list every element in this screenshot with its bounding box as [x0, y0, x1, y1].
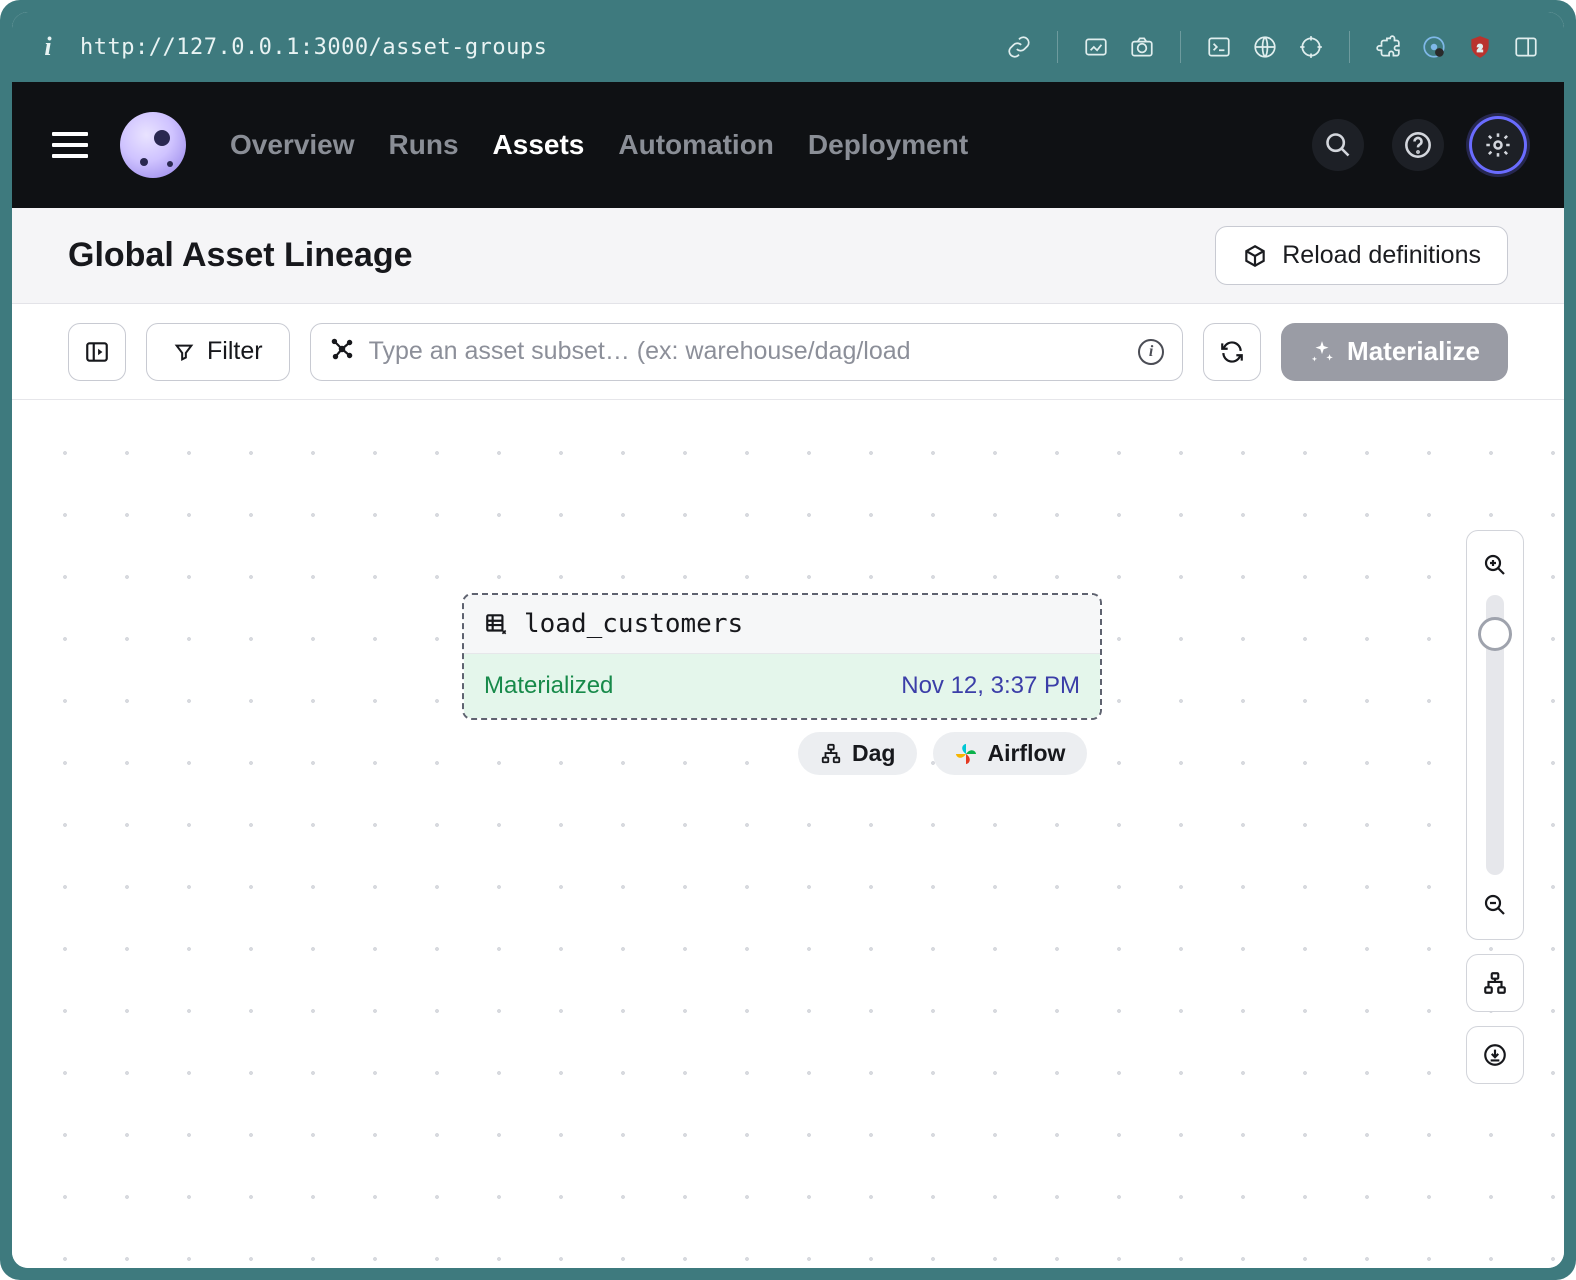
- asset-search-field[interactable]: i: [310, 323, 1183, 381]
- tag-airflow-label: Airflow: [987, 740, 1065, 767]
- filter-button[interactable]: Filter: [146, 323, 290, 381]
- download-button[interactable]: [1466, 1026, 1524, 1084]
- asset-status-row: Materialized Nov 12, 3:37 PM: [464, 654, 1100, 718]
- browser-address-bar: i http://127.0.0.1:3000/asset-groups 2: [12, 12, 1564, 82]
- page-header: Global Asset Lineage Reload definitions: [12, 208, 1564, 304]
- zoom-slider-thumb[interactable]: [1478, 617, 1512, 651]
- asset-node[interactable]: load_customers Materialized Nov 12, 3:37…: [462, 593, 1102, 720]
- panel-icon[interactable]: [1512, 33, 1540, 61]
- zoom-controls: [1466, 530, 1524, 1084]
- eye-privacy-icon[interactable]: [1420, 33, 1448, 61]
- lineage-canvas[interactable]: load_customers Materialized Nov 12, 3:37…: [12, 400, 1564, 1268]
- zoom-slider-panel: [1466, 530, 1524, 940]
- table-icon: [484, 611, 510, 637]
- url-text[interactable]: http://127.0.0.1:3000/asset-groups: [80, 35, 985, 60]
- asset-tags: Dag Airflow: [798, 732, 1087, 775]
- asset-search-input[interactable]: [369, 337, 1124, 366]
- refresh-button[interactable]: [1203, 323, 1261, 381]
- picture-icon[interactable]: [1082, 33, 1110, 61]
- nav-overview[interactable]: Overview: [230, 129, 355, 161]
- filter-label: Filter: [207, 337, 263, 366]
- sparkle-icon: [1309, 339, 1335, 365]
- browser-extension-icons: 2: [1005, 31, 1540, 63]
- zoom-slider-track[interactable]: [1486, 595, 1504, 875]
- crosshair-icon[interactable]: [1297, 33, 1325, 61]
- dag-icon: [820, 743, 842, 765]
- graph-icon: [329, 336, 355, 367]
- settings-button[interactable]: [1472, 119, 1524, 171]
- globe-icon[interactable]: [1251, 33, 1279, 61]
- box-reload-icon: [1242, 243, 1268, 269]
- asset-name: load_customers: [524, 609, 743, 639]
- toggle-sidebar-button[interactable]: [68, 323, 126, 381]
- page-title: Global Asset Lineage: [68, 236, 1215, 275]
- filter-icon: [173, 341, 195, 363]
- camera-icon[interactable]: [1128, 33, 1156, 61]
- reload-definitions-label: Reload definitions: [1282, 241, 1481, 270]
- asset-node-header: load_customers: [464, 595, 1100, 654]
- materialize-button[interactable]: Materialize: [1281, 323, 1508, 381]
- shield-icon[interactable]: 2: [1466, 33, 1494, 61]
- link-icon[interactable]: [1005, 33, 1033, 61]
- nav-deployment[interactable]: Deployment: [808, 129, 968, 161]
- asset-toolbar: Filter i Materialize: [12, 304, 1564, 400]
- svg-text:2: 2: [1477, 43, 1483, 54]
- info-icon[interactable]: i: [36, 32, 60, 62]
- nav-assets[interactable]: Assets: [493, 129, 585, 161]
- nav-runs[interactable]: Runs: [389, 129, 459, 161]
- asset-status-time: Nov 12, 3:37 PM: [901, 672, 1080, 700]
- info-icon[interactable]: i: [1138, 339, 1164, 365]
- menu-toggle-button[interactable]: [52, 125, 92, 165]
- zoom-out-button[interactable]: [1467, 885, 1523, 925]
- terminal-icon[interactable]: [1205, 33, 1233, 61]
- tag-dag[interactable]: Dag: [798, 732, 917, 775]
- dagster-logo[interactable]: [120, 112, 186, 178]
- reload-definitions-button[interactable]: Reload definitions: [1215, 226, 1508, 285]
- airflow-icon: [955, 743, 977, 765]
- materialize-label: Materialize: [1347, 336, 1480, 367]
- app-top-nav: Overview Runs Assets Automation Deployme…: [12, 82, 1564, 208]
- asset-status-label: Materialized: [484, 672, 613, 700]
- fit-view-button[interactable]: [1466, 954, 1524, 1012]
- search-button[interactable]: [1312, 119, 1364, 171]
- nav-automation[interactable]: Automation: [618, 129, 774, 161]
- tag-dag-label: Dag: [852, 740, 895, 767]
- puzzle-icon[interactable]: [1374, 33, 1402, 61]
- help-button[interactable]: [1392, 119, 1444, 171]
- zoom-in-button[interactable]: [1467, 545, 1523, 585]
- tag-airflow[interactable]: Airflow: [933, 732, 1087, 775]
